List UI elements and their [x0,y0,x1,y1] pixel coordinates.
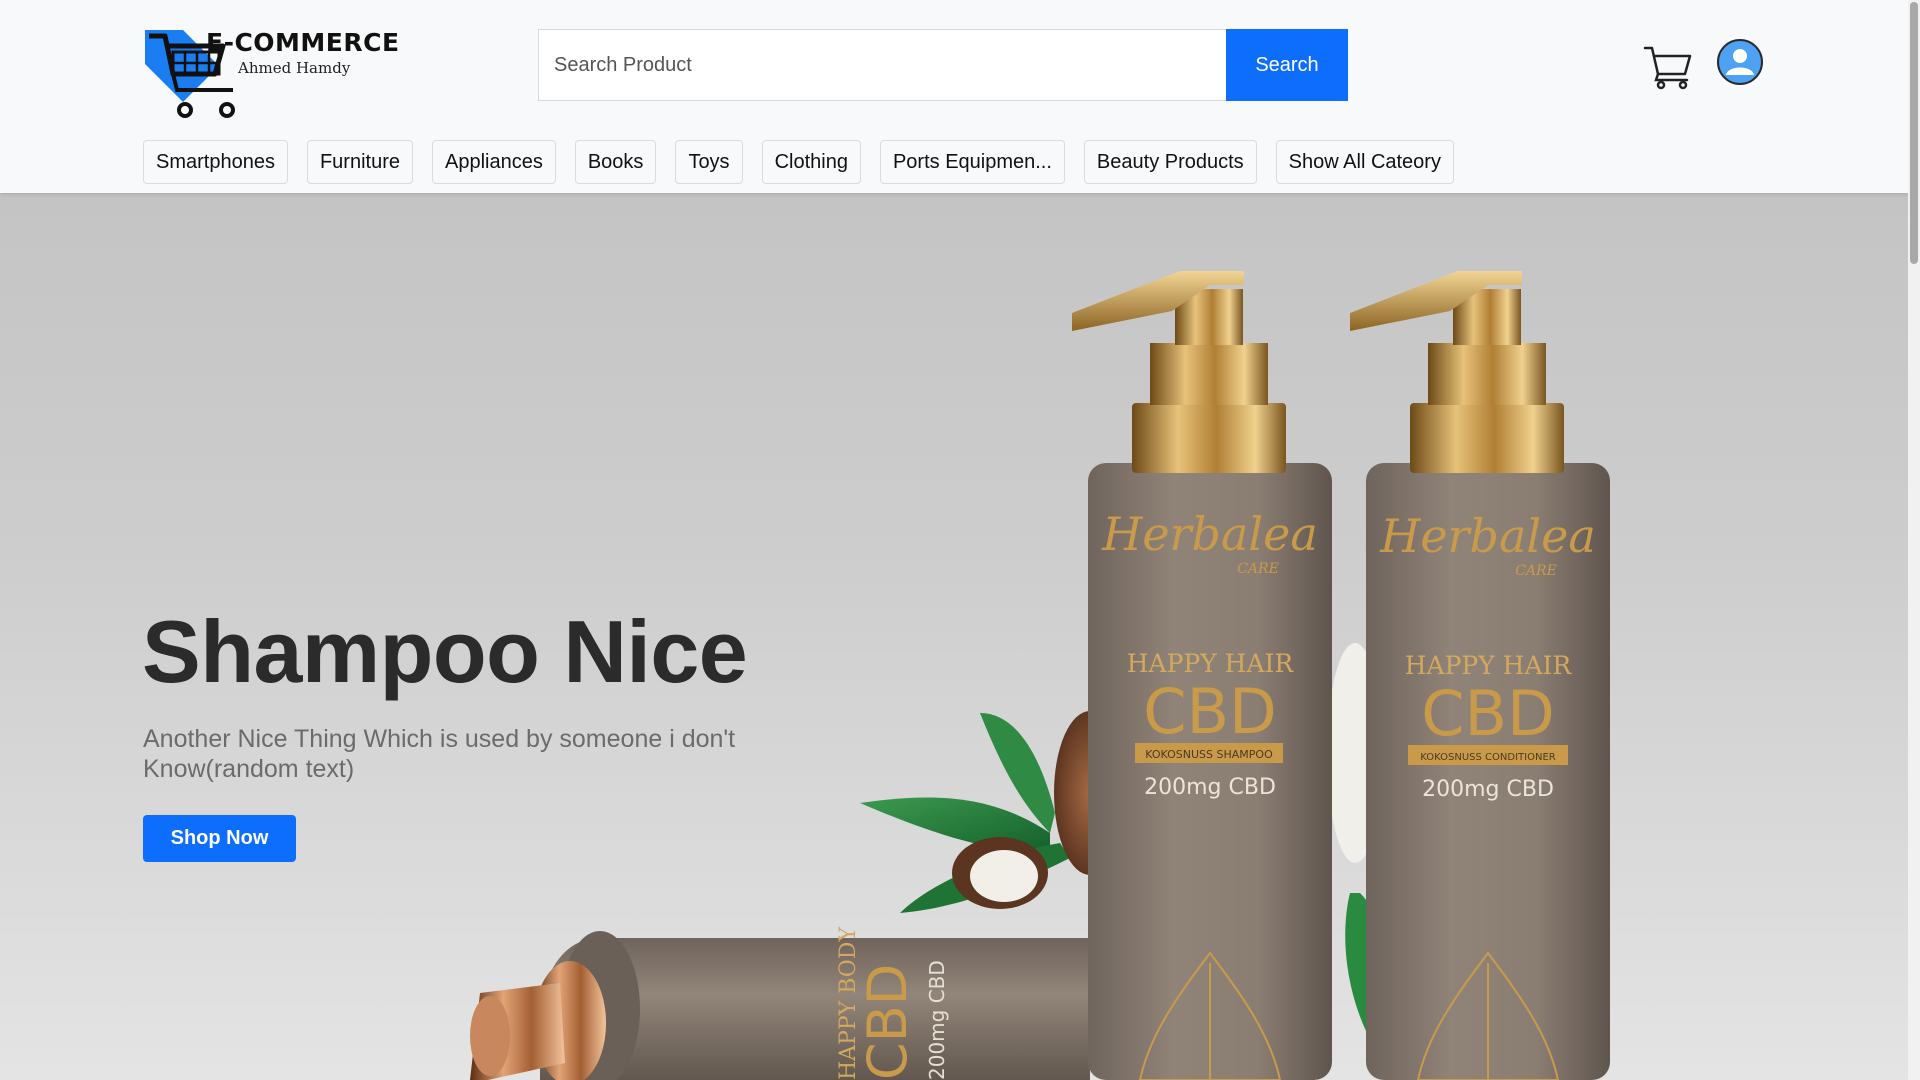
shop-now-button[interactable]: Shop Now [143,815,296,862]
logo-subtitle: Ahmed Hamdy [238,59,351,77]
bottle1-product-text: KOKOSNUSS SHAMPOO [1145,748,1273,761]
bottle3-dose-text: 200mg CBD [925,960,949,1080]
search-input[interactable] [538,29,1226,101]
bottle1-cbd-text: CBD [1143,675,1277,748]
hero-banner: HAPPY BODY CBD 200mg CBD Herbalea CARE H… [0,193,1908,1080]
bottle2-brand-sub-text: CARE [1515,563,1557,579]
page: E-COMMERCE Ahmed Hamdy Search Smartphone… [0,0,1920,1080]
search-button[interactable]: Search [1226,29,1348,101]
category-clothing[interactable]: Clothing [761,140,861,184]
bottle2-product-text: KOKOSNUSS CONDITIONER [1420,752,1555,763]
category-nav: Smartphones Furniture Appliances Books T… [143,140,1454,184]
logo-title: E-COMMERCE [206,28,400,57]
category-toys[interactable]: Toys [675,140,743,184]
scrollbar-thumb[interactable] [1910,2,1918,264]
category-smartphones[interactable]: Smartphones [143,140,288,184]
bottle1-dose-text: 200mg CBD [1144,775,1276,800]
hero-title: Shampoo Nice [142,602,748,701]
bottle1-brand-text: Herbalea [1101,507,1318,561]
bottle1-brand-sub-text: CARE [1237,561,1279,577]
site-header: E-COMMERCE Ahmed Hamdy Search Smartphone… [0,0,1908,193]
hero-description: Another Nice Thing Which is used by some… [143,725,736,783]
category-show-all[interactable]: Show All Cateory [1275,140,1454,184]
logo[interactable]: E-COMMERCE Ahmed Hamdy [143,28,399,123]
bottle2-line-text: HAPPY HAIR [1405,651,1573,680]
cart-icon[interactable] [1643,40,1693,90]
page-scrollbar[interactable] [1908,0,1920,1080]
bottle2-cbd-text: CBD [1421,677,1555,750]
search-bar: Search [538,29,1348,101]
user-icon[interactable] [1716,38,1764,86]
bottle1-line-text: HAPPY HAIR [1127,649,1295,678]
category-furniture[interactable]: Furniture [306,140,413,184]
category-appliances[interactable]: Appliances [432,140,556,184]
bottle3-cbd-text: CBD [856,964,919,1080]
bottle2-dose-text: 200mg CBD [1422,777,1554,802]
category-books[interactable]: Books [574,140,657,184]
category-beauty-products[interactable]: Beauty Products [1083,140,1257,184]
bottle2-brand-text: Herbalea [1379,509,1596,563]
category-ports-equipment[interactable]: Ports Equipmen... [879,140,1065,184]
